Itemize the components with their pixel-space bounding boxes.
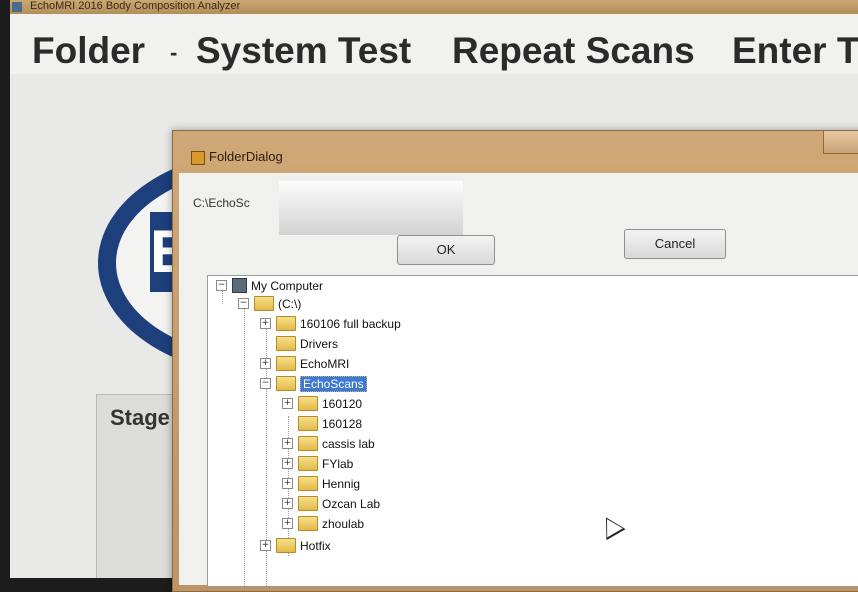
folder-icon [298, 416, 318, 432]
dialog-body: C:\EchoSc OK Cancel − My Computer − (C:\) … [179, 173, 858, 587]
collapse-icon[interactable]: − [216, 280, 227, 292]
menu-repeat-scans[interactable]: Repeat Scans [452, 30, 695, 72]
folder-icon [298, 496, 318, 512]
folder-icon [276, 336, 296, 352]
stage-label: Stage [110, 405, 170, 430]
app-title: EchoMRI 2016 Body Composition Analyzer [30, 0, 241, 12]
dialog-title: FolderDialog [209, 149, 283, 164]
tree-item-my-computer[interactable]: − My Computer [216, 278, 323, 296]
folder-icon [276, 356, 296, 372]
folder-icon [298, 516, 318, 532]
expand-icon[interactable]: + [282, 458, 293, 470]
tree-item-drivers[interactable]: Drivers [260, 336, 338, 354]
tree-item-echoscans[interactable]: − EchoScans [260, 375, 367, 394]
expand-icon[interactable]: + [260, 358, 271, 370]
tree-item-160120[interactable]: +160120 [282, 396, 362, 414]
tree-item-echomri[interactable]: + EchoMRI [260, 356, 349, 374]
app-title-bar: EchoMRI 2016 Body Composition Analyzer [10, 0, 858, 14]
expand-icon[interactable]: + [282, 498, 293, 510]
expand-icon[interactable]: + [282, 478, 293, 490]
collapse-icon[interactable]: − [260, 378, 271, 390]
app-icon [12, 2, 22, 12]
folder-open-icon [276, 376, 296, 392]
tree-item-cassis-lab[interactable]: + cassis lab [282, 436, 375, 454]
ok-button[interactable]: OK [397, 235, 495, 265]
tree-item-zhoulab[interactable]: + zhoulab [282, 516, 364, 534]
menu-folder[interactable]: Folder [32, 30, 145, 72]
menu-bar: Folder - System Test Repeat Scans Enter … [10, 14, 858, 74]
expand-icon[interactable]: + [282, 438, 293, 450]
menu-enter[interactable]: Enter T [732, 30, 858, 72]
folder-icon [298, 396, 318, 412]
dialog-close-button[interactable] [823, 131, 858, 154]
folder-icon [276, 538, 296, 554]
folder-icon [276, 316, 296, 332]
folder-dialog: FolderDialog C:\EchoSc OK Cancel − My Com… [172, 130, 858, 592]
tree-item-fylab[interactable]: + FYlab [282, 456, 353, 474]
dialog-icon [191, 151, 205, 165]
collapse-icon[interactable]: − [238, 298, 249, 310]
expand-icon[interactable]: + [282, 518, 293, 530]
tree-item-hotfix[interactable]: + Hotfix [260, 538, 331, 556]
folder-icon [298, 456, 318, 472]
drive-folder-icon [254, 296, 274, 312]
computer-icon [232, 278, 247, 294]
redacted-area [279, 181, 463, 235]
folder-tree[interactable]: − My Computer − (C:\) +160106 full backup … [207, 275, 858, 587]
cancel-button[interactable]: Cancel [624, 229, 726, 259]
folder-icon [298, 436, 318, 452]
expand-icon[interactable]: + [260, 318, 271, 330]
selected-folder-label: EchoScans [300, 375, 367, 392]
tree-item-hennig[interactable]: + Hennig [282, 476, 360, 494]
folder-icon [298, 476, 318, 492]
menu-system-test[interactable]: System Test [196, 30, 411, 72]
tree-item-160128[interactable]: 160128 [282, 416, 362, 434]
expand-icon[interactable]: + [260, 540, 271, 552]
tree-item-ozcan-lab[interactable]: + Ozcan Lab [282, 496, 380, 514]
tree-item-160106-full-backup[interactable]: +160106 full backup [260, 316, 401, 334]
menu-separator: - [170, 40, 178, 65]
tree-item-c-drive[interactable]: − (C:\) [238, 296, 301, 314]
expand-icon[interactable]: + [282, 398, 293, 410]
